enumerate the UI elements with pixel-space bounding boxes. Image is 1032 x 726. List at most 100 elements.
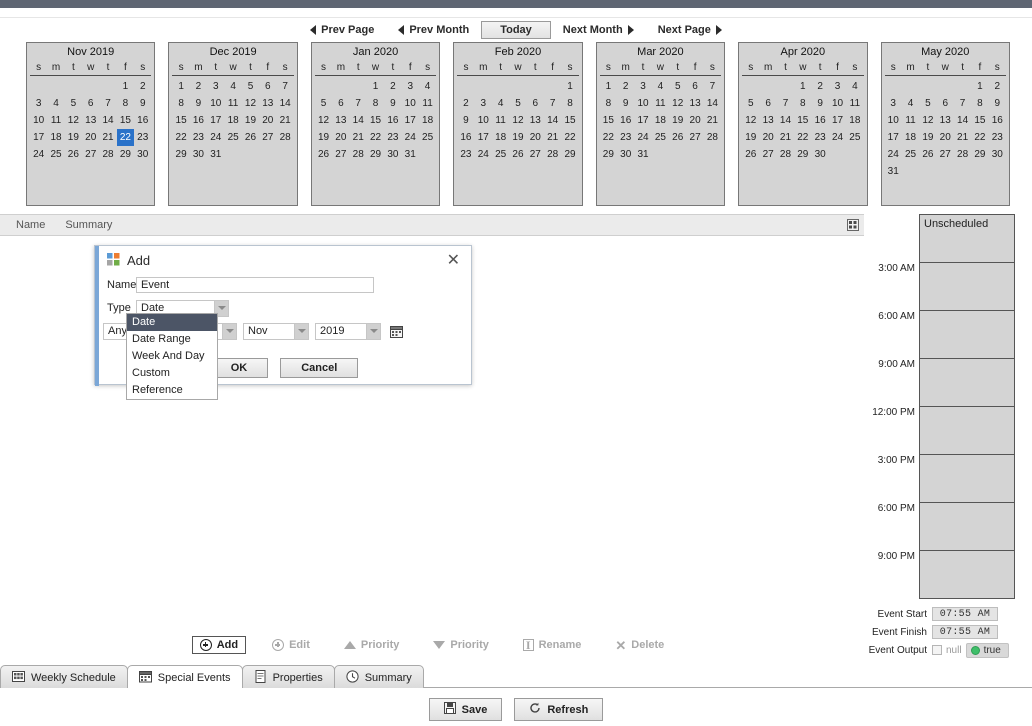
day-cell[interactable]: 25 xyxy=(224,129,241,146)
day-cell[interactable]: 12 xyxy=(315,112,332,129)
day-cell[interactable]: 30 xyxy=(989,146,1006,163)
day-cell[interactable]: 23 xyxy=(384,129,401,146)
day-cell[interactable]: 25 xyxy=(419,129,436,146)
day-cell[interactable]: 11 xyxy=(47,112,64,129)
day-cell[interactable]: 16 xyxy=(134,112,151,129)
month-calendar[interactable]: Mar 2020 s m t w t f s 1 2 3 4 5 6 7 8 9 10 11 12 13 14 15 16 17… xyxy=(595,42,726,206)
day-cell[interactable]: 7 xyxy=(99,95,116,112)
day-cell[interactable]: 2 xyxy=(134,78,151,95)
close-icon[interactable]: ✕ xyxy=(444,252,463,268)
day-cell[interactable]: 28 xyxy=(954,146,971,163)
day-cell[interactable]: 21 xyxy=(544,129,561,146)
day-cell[interactable]: 5 xyxy=(919,95,936,112)
day-cell[interactable]: 11 xyxy=(492,112,509,129)
cancel-button[interactable]: Cancel xyxy=(280,358,359,378)
day-cell[interactable]: 4 xyxy=(846,78,863,95)
day-cell[interactable]: 14 xyxy=(704,95,721,112)
day-cell[interactable]: 14 xyxy=(544,112,561,129)
day-cell[interactable]: 10 xyxy=(207,95,224,112)
day-cell[interactable]: 21 xyxy=(276,112,293,129)
column-header-summary[interactable]: Summary xyxy=(55,219,122,231)
day-cell[interactable]: 12 xyxy=(919,112,936,129)
day-cell[interactable]: 5 xyxy=(65,95,82,112)
timeline-cell[interactable] xyxy=(920,503,1014,551)
day-cell[interactable]: 4 xyxy=(47,95,64,112)
day-cell[interactable]: 15 xyxy=(367,112,384,129)
day-cell[interactable]: 18 xyxy=(47,129,64,146)
day-cell[interactable]: 10 xyxy=(402,95,419,112)
today-button[interactable]: Today xyxy=(481,20,551,39)
name-input[interactable]: Event xyxy=(136,277,374,293)
next-page-button[interactable]: Next Page xyxy=(646,20,734,40)
dropdown-option-date[interactable]: Date xyxy=(127,314,217,331)
day-cell[interactable]: 21 xyxy=(777,129,794,146)
month-calendar[interactable]: Dec 2019 s m t w t f s 1 2 3 4 5 6 7 8 9 10 11 12 13 14 15 16 17… xyxy=(168,42,298,206)
day-cell[interactable]: 5 xyxy=(315,95,332,112)
day-cell[interactable]: 2 xyxy=(617,78,634,95)
day-cell[interactable]: 20 xyxy=(527,129,544,146)
day-cell[interactable]: 24 xyxy=(634,129,651,146)
day-cell[interactable]: 14 xyxy=(99,112,116,129)
day-cell[interactable]: 18 xyxy=(652,112,669,129)
prev-month-button[interactable]: Prev Month xyxy=(386,20,481,40)
day-cell[interactable]: 17 xyxy=(207,112,224,129)
day-cell[interactable]: 31 xyxy=(885,163,902,180)
day-cell[interactable]: 6 xyxy=(759,95,776,112)
day-cell[interactable]: 15 xyxy=(794,112,811,129)
day-cell[interactable]: 24 xyxy=(207,129,224,146)
day-cell[interactable]: 22 xyxy=(971,129,988,146)
day-cell[interactable]: 16 xyxy=(811,112,828,129)
day-cell[interactable]: 9 xyxy=(457,112,474,129)
day-cell[interactable]: 1 xyxy=(794,78,811,95)
day-cell[interactable]: 13 xyxy=(759,112,776,129)
day-cell[interactable]: 27 xyxy=(686,129,703,146)
day-cell[interactable]: 2 xyxy=(811,78,828,95)
day-cell[interactable]: 15 xyxy=(561,112,578,129)
day-cell[interactable]: 28 xyxy=(276,129,293,146)
day-cell[interactable]: 19 xyxy=(919,129,936,146)
day-cell[interactable]: 5 xyxy=(509,95,526,112)
day-cell[interactable]: 3 xyxy=(829,78,846,95)
day-cell[interactable]: 16 xyxy=(384,112,401,129)
month-calendar[interactable]: Feb 2020smtwtfs......1234567891011121314… xyxy=(453,42,583,206)
day-cell[interactable]: 3 xyxy=(634,78,651,95)
day-cell[interactable]: 12 xyxy=(242,95,259,112)
day-cell[interactable]: 26 xyxy=(65,146,82,163)
day-cell[interactable]: 5 xyxy=(669,78,686,95)
day-cell[interactable]: 2 xyxy=(989,78,1006,95)
day-cell[interactable]: 30 xyxy=(384,146,401,163)
day-cell[interactable]: 1 xyxy=(172,78,189,95)
day-cell[interactable]: 30 xyxy=(811,146,828,163)
day-cell[interactable]: 20 xyxy=(937,129,954,146)
day-cell[interactable]: 20 xyxy=(259,112,276,129)
day-cell[interactable]: 19 xyxy=(65,129,82,146)
timeline-cell[interactable] xyxy=(920,407,1014,455)
day-cell[interactable]: 8 xyxy=(561,95,578,112)
day-cell[interactable]: 18 xyxy=(419,112,436,129)
day-cell[interactable]: 26 xyxy=(242,129,259,146)
column-header-name[interactable]: Name xyxy=(0,219,55,231)
day-cell[interactable]: 3 xyxy=(30,95,47,112)
timeline-cell-unscheduled[interactable]: Unscheduled xyxy=(920,215,1014,263)
day-cell[interactable]: 4 xyxy=(224,78,241,95)
day-cell[interactable]: 19 xyxy=(509,129,526,146)
timeline-grid[interactable]: Unscheduled xyxy=(919,214,1015,599)
day-cell[interactable]: 24 xyxy=(885,146,902,163)
day-cell[interactable]: 21 xyxy=(99,129,116,146)
dropdown-option-week-and-day[interactable]: Week And Day xyxy=(127,348,217,365)
day-cell[interactable]: 11 xyxy=(419,95,436,112)
save-button[interactable]: Save xyxy=(428,698,503,721)
day-cell[interactable]: 9 xyxy=(989,95,1006,112)
day-cell[interactable]: 12 xyxy=(669,95,686,112)
day-cell[interactable]: 9 xyxy=(617,95,634,112)
day-cell[interactable]: 15 xyxy=(117,112,134,129)
day-cell[interactable]: 16 xyxy=(457,129,474,146)
day-cell[interactable]: 14 xyxy=(350,112,367,129)
month-calendar[interactable]: Nov 2019smtwtfs.....12345678910111213141… xyxy=(26,42,156,206)
day-cell[interactable]: 2 xyxy=(457,95,474,112)
day-cell[interactable]: 26 xyxy=(669,129,686,146)
day-cell[interactable]: 18 xyxy=(902,129,919,146)
day-cell[interactable]: 17 xyxy=(30,129,47,146)
day-cell[interactable]: 19 xyxy=(669,112,686,129)
day-cell[interactable]: 8 xyxy=(971,95,988,112)
